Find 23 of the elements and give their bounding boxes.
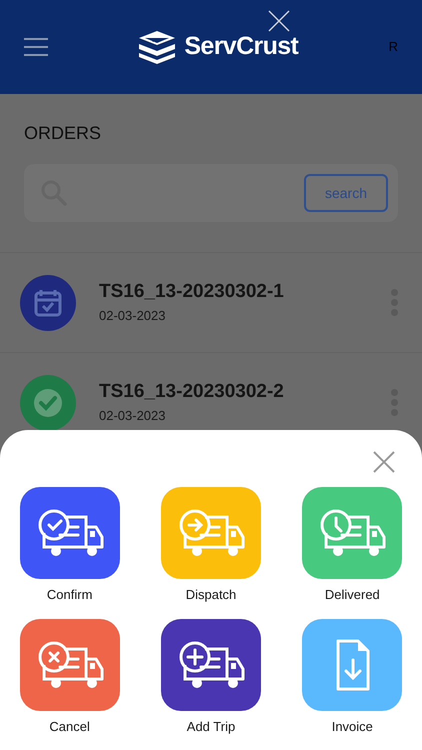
menu-button[interactable] [24, 38, 48, 56]
action-label: Confirm [46, 586, 92, 604]
page-title: ORDERS [24, 124, 102, 142]
action-label: Dispatch [186, 586, 236, 604]
cross-icon [268, 10, 290, 32]
action-button[interactable]: Confirm [20, 487, 120, 604]
logo-icon [138, 30, 176, 64]
action-button[interactable]: Cancel [20, 618, 120, 736]
action-button[interactable]: Delivered [302, 487, 402, 604]
action-label: Invoice [332, 718, 373, 736]
user-initial: R [388, 38, 398, 56]
action-label: Cancel [49, 718, 90, 736]
order-number: TS16_13-20230302-2 [99, 380, 285, 404]
order-date: 02-03-2023 [99, 406, 166, 425]
action-button[interactable]: Add Trip [161, 618, 261, 736]
close-button[interactable] [372, 450, 396, 474]
action-label: Delivered [324, 586, 380, 604]
order-date: 02-03-2023 [99, 306, 166, 325]
action-label: Add Trip [186, 718, 236, 736]
action-button[interactable]: Dispatch [161, 487, 261, 604]
order-number: TS16_13-20230302-1 [99, 280, 285, 304]
action-button[interactable]: Invoice [302, 618, 402, 736]
brand-name: ServCrust [184, 31, 298, 62]
